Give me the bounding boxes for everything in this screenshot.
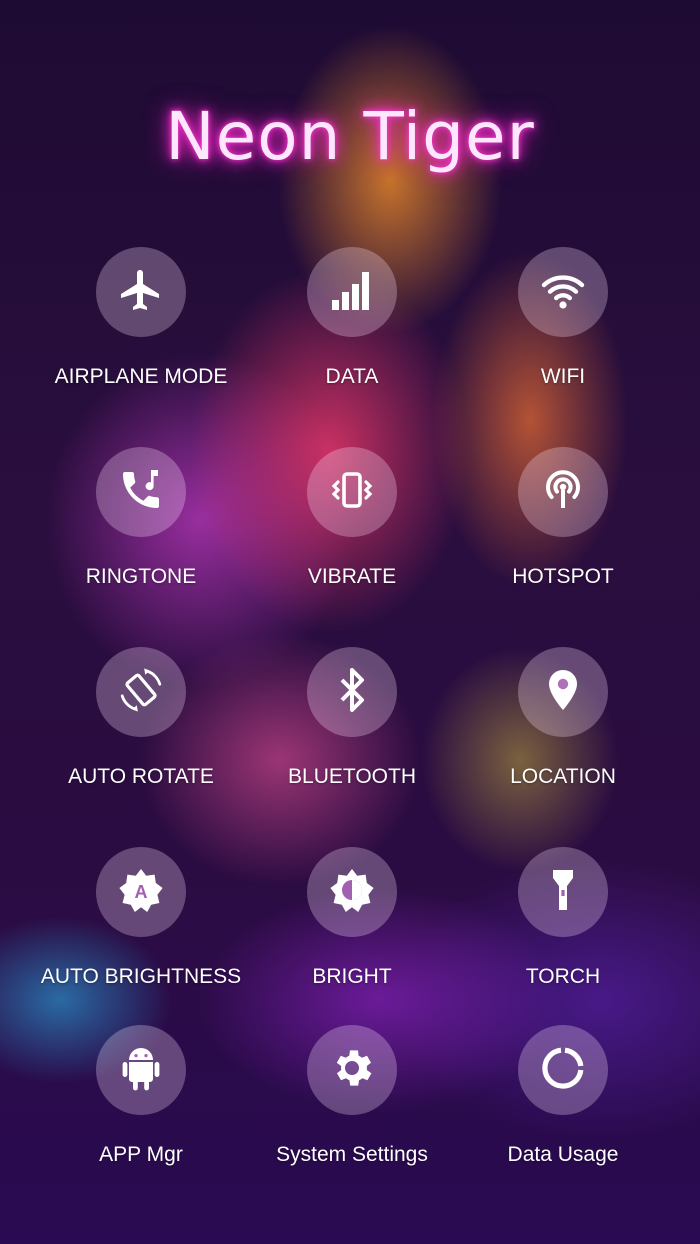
ringtone-button[interactable] xyxy=(96,447,186,537)
toggle-app-manager[interactable]: APP Mgr xyxy=(36,1025,246,1185)
auto-rotate-icon xyxy=(117,666,165,719)
auto-brightness-icon: A xyxy=(117,866,165,919)
signal-bars-icon xyxy=(328,266,376,319)
torch-button[interactable] xyxy=(518,847,608,937)
toggle-bright[interactable]: BRIGHT xyxy=(247,847,457,1007)
quick-toggle-grid: AIRPLANE MODE DATA WIFI RINGTONE VIBRATE… xyxy=(0,0,700,1244)
toggle-auto-brightness[interactable]: A AUTO BRIGHTNESS xyxy=(36,847,246,1007)
vibrate-icon xyxy=(328,466,376,519)
toggle-auto-rotate[interactable]: AUTO ROTATE xyxy=(36,647,246,807)
toggle-label: LOCATION xyxy=(510,765,616,788)
data-usage-button[interactable] xyxy=(518,1025,608,1115)
system-settings-button[interactable] xyxy=(307,1025,397,1115)
bluetooth-icon xyxy=(328,666,376,719)
toggle-label: Data Usage xyxy=(507,1143,619,1166)
vibrate-button[interactable] xyxy=(307,447,397,537)
auto-brightness-button[interactable]: A xyxy=(96,847,186,937)
hotspot-icon xyxy=(539,466,587,519)
bluetooth-button[interactable] xyxy=(307,647,397,737)
toggle-vibrate[interactable]: VIBRATE xyxy=(247,447,457,607)
toggle-data[interactable]: DATA xyxy=(247,247,457,407)
toggle-data-usage[interactable]: Data Usage xyxy=(458,1025,668,1185)
toggle-label: TORCH xyxy=(525,965,601,988)
toggle-bluetooth[interactable]: BLUETOOTH xyxy=(247,647,457,807)
location-pin-icon xyxy=(539,666,587,719)
hotspot-button[interactable] xyxy=(518,447,608,537)
toggle-airplane-mode[interactable]: AIRPLANE MODE xyxy=(36,247,246,407)
toggle-wifi[interactable]: WIFI xyxy=(458,247,668,407)
data-usage-icon xyxy=(539,1044,587,1097)
location-button[interactable] xyxy=(518,647,608,737)
torch-icon xyxy=(539,866,587,919)
brightness-icon xyxy=(328,866,376,919)
toggle-location[interactable]: LOCATION xyxy=(458,647,668,807)
data-button[interactable] xyxy=(307,247,397,337)
app-manager-button[interactable] xyxy=(96,1025,186,1115)
toggle-system-settings[interactable]: System Settings xyxy=(247,1025,457,1185)
bright-button[interactable] xyxy=(307,847,397,937)
android-icon xyxy=(117,1044,165,1097)
auto-rotate-button[interactable] xyxy=(96,647,186,737)
wifi-button[interactable] xyxy=(518,247,608,337)
wifi-icon xyxy=(539,266,587,319)
ringtone-icon xyxy=(117,466,165,519)
toggle-torch[interactable]: TORCH xyxy=(458,847,668,1007)
toggle-ringtone[interactable]: RINGTONE xyxy=(36,447,246,607)
toggle-hotspot[interactable]: HOTSPOT xyxy=(458,447,668,607)
gear-icon xyxy=(328,1044,376,1097)
svg-text:A: A xyxy=(135,882,148,902)
toggle-label: HOTSPOT xyxy=(512,565,614,588)
airplane-icon xyxy=(117,266,165,319)
toggle-label: WIFI xyxy=(540,365,586,388)
airplane-mode-button[interactable] xyxy=(96,247,186,337)
